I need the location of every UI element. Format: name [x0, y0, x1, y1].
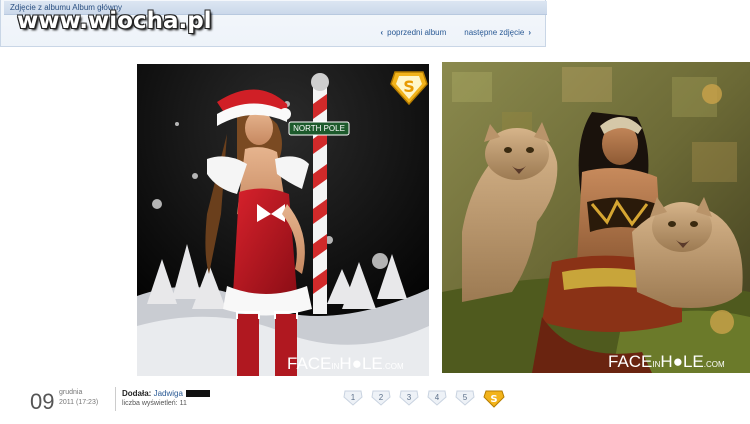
chevron-right-icon: ›: [528, 28, 531, 37]
super-s-badge-icon[interactable]: S: [483, 388, 505, 408]
cougars-scene-illustration: [442, 62, 750, 373]
rate-button-5[interactable]: 5: [455, 388, 475, 406]
views-value: 11: [179, 400, 187, 407]
rate-button-2[interactable]: 2: [371, 388, 391, 406]
rate-button-3[interactable]: 3: [399, 388, 419, 406]
svg-text:S: S: [490, 394, 497, 405]
santa-scene-illustration: NORTH POLE: [137, 64, 429, 376]
page: Zdjęcie z albumu Album główny ‹ poprzedni…: [0, 0, 750, 424]
footer-divider: [115, 387, 116, 411]
views-label: liczba wyświetleń:: [122, 400, 178, 407]
next-photo-label: następne zdjęcie: [464, 28, 525, 37]
svg-text:S: S: [403, 77, 415, 96]
prev-album-link[interactable]: ‹ poprzedni album: [380, 28, 446, 37]
album-nav: ‹ poprzedni album następne zdjęcie ›: [380, 28, 531, 37]
prev-album-label: poprzedni album: [387, 28, 447, 37]
redacted-name: [185, 390, 210, 398]
chevron-left-icon: ‹: [380, 28, 384, 37]
added-by: Dodała: Jadwiga: [122, 389, 210, 398]
rate-button-1[interactable]: 1: [343, 388, 363, 406]
views-count: liczba wyświetleń: 11: [122, 400, 187, 407]
rating-bar: 1 2 3 4 5 S: [343, 388, 505, 408]
photo-santa-north-pole[interactable]: NORTH POLE S FACEINH●LE.COM: [137, 64, 429, 376]
faceinhole-logo-left: FACEINH●LE.COM: [287, 354, 404, 373]
next-photo-link[interactable]: następne zdjęcie ›: [464, 28, 531, 37]
date-day: 09: [30, 389, 55, 414]
faceinhole-logo-right: FACEINH●LE.COM: [608, 352, 725, 371]
photo-cougars-princess[interactable]: FACEINH●LE.COM: [442, 62, 750, 373]
super-photo-badge-icon: S: [390, 71, 428, 106]
added-by-label: Dodała:: [122, 389, 152, 398]
added-by-user-link[interactable]: Jadwiga: [154, 389, 183, 398]
date-month: grudnia: [59, 389, 83, 396]
date-time: 2011 (17:23): [59, 399, 99, 406]
site-watermark: www.wiocha.pl: [17, 8, 212, 34]
north-pole-sign: NORTH POLE: [293, 124, 345, 133]
rate-button-4[interactable]: 4: [427, 388, 447, 406]
